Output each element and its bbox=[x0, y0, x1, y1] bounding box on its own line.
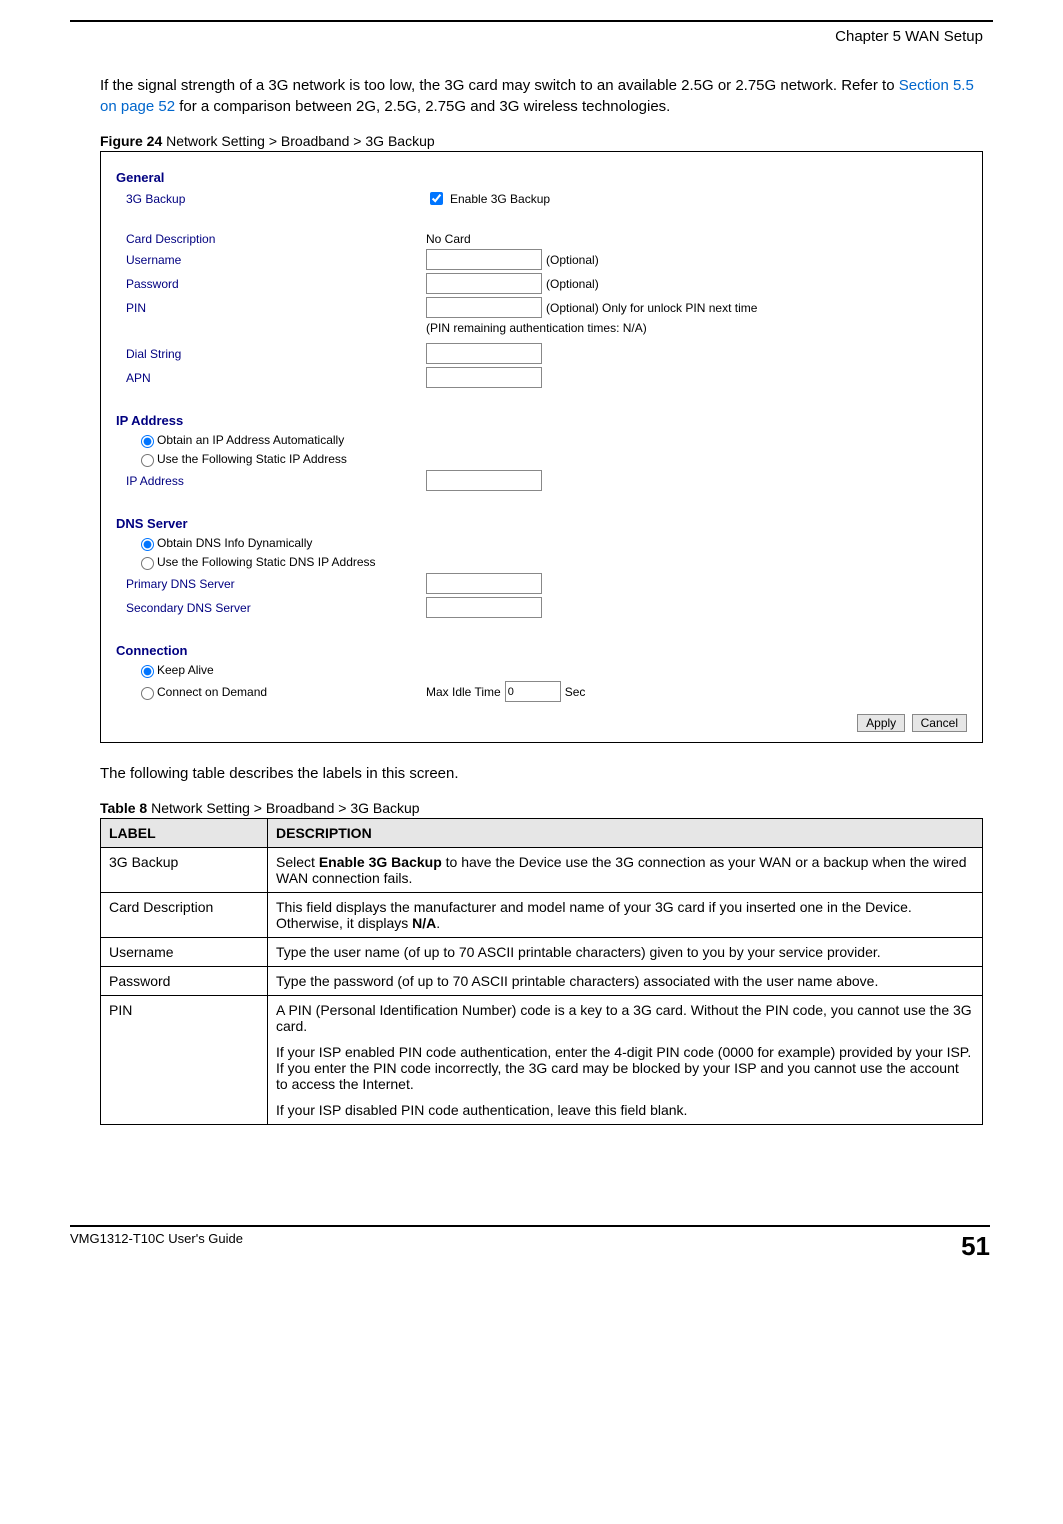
row-label: Password bbox=[101, 967, 268, 996]
figure-number: Figure 24 bbox=[100, 133, 162, 149]
intro-text-a: If the signal strength of a 3G network i… bbox=[100, 77, 899, 94]
ip-static-label: Use the Following Static IP Address bbox=[157, 452, 347, 466]
pin-note: (Optional) Only for unlock PIN next time bbox=[546, 301, 757, 315]
card-desc-value: No Card bbox=[426, 232, 471, 246]
figure-title: Network Setting > Broadband > 3G Backup bbox=[162, 133, 434, 149]
table-row: 3G Backup Select Enable 3G Backup to hav… bbox=[101, 848, 983, 893]
footer-guide: VMG1312-T10C User's Guide bbox=[70, 1231, 243, 1262]
table-number: Table 8 bbox=[100, 800, 147, 816]
apn-label: APN bbox=[126, 371, 426, 385]
row-desc: Select Enable 3G Backup to have the Devi… bbox=[268, 848, 983, 893]
on-demand-radio[interactable] bbox=[141, 687, 154, 700]
table-row: PIN A PIN (Personal Identification Numbe… bbox=[101, 996, 983, 1125]
dns-secondary-label: Secondary DNS Server bbox=[126, 601, 426, 615]
table-intro: The following table describes the labels… bbox=[100, 763, 993, 784]
th-label: LABEL bbox=[101, 819, 268, 848]
row-label: 3G Backup bbox=[101, 848, 268, 893]
screenshot-figure: General 3G Backup Enable 3G Backup Card … bbox=[100, 151, 983, 743]
max-idle-label: Max Idle Time bbox=[426, 685, 501, 699]
desc-p: A PIN (Personal Identification Number) c… bbox=[276, 1002, 974, 1034]
row-label: Username bbox=[101, 938, 268, 967]
table-row: Card Description This field displays the… bbox=[101, 893, 983, 938]
username-input[interactable] bbox=[426, 249, 542, 270]
cancel-button[interactable]: Cancel bbox=[912, 714, 967, 732]
pin-remaining: (PIN remaining authentication times: N/A… bbox=[116, 321, 967, 335]
row-desc: This field displays the manufacturer and… bbox=[268, 893, 983, 938]
username-note: (Optional) bbox=[546, 253, 599, 267]
table-caption: Table 8 Network Setting > Broadband > 3G… bbox=[100, 800, 993, 816]
conn-heading: Connection bbox=[116, 643, 967, 658]
apply-button[interactable]: Apply bbox=[857, 714, 905, 732]
chapter-title: Chapter 5 WAN Setup bbox=[70, 28, 983, 45]
dial-input[interactable] bbox=[426, 343, 542, 364]
ip-auto-radio[interactable] bbox=[141, 435, 154, 448]
ip-addr-label: IP Address bbox=[126, 474, 426, 488]
table-row: Username Type the user name (of up to 70… bbox=[101, 938, 983, 967]
intro-text-b: for a comparison between 2G, 2.5G, 2.75G… bbox=[175, 98, 670, 115]
ip-auto-label: Obtain an IP Address Automatically bbox=[157, 433, 344, 447]
dns-primary-label: Primary DNS Server bbox=[126, 577, 426, 591]
ip-heading: IP Address bbox=[116, 413, 967, 428]
dial-label: Dial String bbox=[126, 347, 426, 361]
password-input[interactable] bbox=[426, 273, 542, 294]
page-number: 51 bbox=[961, 1231, 990, 1262]
table-title: Network Setting > Broadband > 3G Backup bbox=[147, 800, 419, 816]
keep-alive-label: Keep Alive bbox=[157, 663, 214, 677]
pin-input[interactable] bbox=[426, 297, 542, 318]
pin-label: PIN bbox=[126, 301, 426, 315]
ip-static-radio[interactable] bbox=[141, 454, 154, 467]
general-heading: General bbox=[116, 170, 967, 185]
th-desc: DESCRIPTION bbox=[268, 819, 983, 848]
desc-text: Select bbox=[276, 854, 319, 870]
desc-bold: Enable 3G Backup bbox=[319, 854, 442, 870]
card-desc-label: Card Description bbox=[126, 232, 426, 246]
on-demand-label: Connect on Demand bbox=[157, 685, 267, 699]
figure-caption: Figure 24 Network Setting > Broadband > … bbox=[100, 133, 993, 149]
apn-input[interactable] bbox=[426, 367, 542, 388]
max-idle-input[interactable] bbox=[505, 681, 561, 702]
dns-static-label: Use the Following Static DNS IP Address bbox=[157, 555, 376, 569]
row-label: Card Description bbox=[101, 893, 268, 938]
username-label: Username bbox=[126, 253, 426, 267]
dns-auto-radio[interactable] bbox=[141, 538, 154, 551]
ip-addr-input[interactable] bbox=[426, 470, 542, 491]
description-table: LABEL DESCRIPTION 3G Backup Select Enabl… bbox=[100, 818, 983, 1125]
enable-3g-text: Enable 3G Backup bbox=[450, 192, 550, 206]
table-row: Password Type the password (of up to 70 … bbox=[101, 967, 983, 996]
desc-text: . bbox=[436, 915, 440, 931]
sec-label: Sec bbox=[565, 685, 586, 699]
password-label: Password bbox=[126, 277, 426, 291]
backup-label: 3G Backup bbox=[126, 192, 426, 206]
dns-static-radio[interactable] bbox=[141, 557, 154, 570]
row-label: PIN bbox=[101, 996, 268, 1125]
keep-alive-radio[interactable] bbox=[141, 665, 154, 678]
row-desc: Type the user name (of up to 70 ASCII pr… bbox=[268, 938, 983, 967]
dns-auto-label: Obtain DNS Info Dynamically bbox=[157, 536, 312, 550]
row-desc: Type the password (of up to 70 ASCII pri… bbox=[268, 967, 983, 996]
dns-primary-input[interactable] bbox=[426, 573, 542, 594]
desc-p: If your ISP disabled PIN code authentica… bbox=[276, 1102, 974, 1118]
dns-heading: DNS Server bbox=[116, 516, 967, 531]
intro-paragraph: If the signal strength of a 3G network i… bbox=[100, 75, 993, 117]
desc-text: This field displays the manufacturer and… bbox=[276, 899, 912, 931]
desc-p: If your ISP enabled PIN code authenticat… bbox=[276, 1044, 974, 1092]
desc-bold: N/A bbox=[412, 915, 436, 931]
dns-secondary-input[interactable] bbox=[426, 597, 542, 618]
password-note: (Optional) bbox=[546, 277, 599, 291]
enable-3g-checkbox[interactable] bbox=[430, 192, 443, 205]
row-desc: A PIN (Personal Identification Number) c… bbox=[268, 996, 983, 1125]
